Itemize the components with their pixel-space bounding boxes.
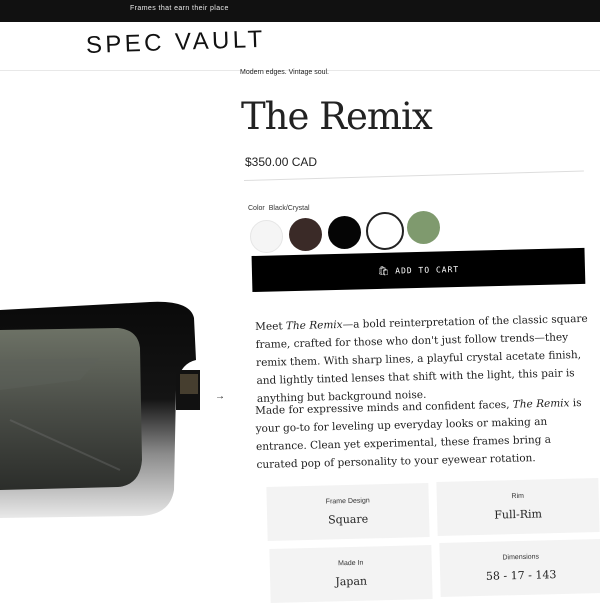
spec-label: Dimensions bbox=[502, 553, 540, 562]
color-selector-label: Color Black/Crystal bbox=[248, 205, 310, 212]
spec-value: Japan bbox=[335, 574, 368, 589]
site-header: SPEC VAULT bbox=[0, 22, 600, 71]
spec-value: Square bbox=[328, 512, 369, 527]
spec-value: Full-Rim bbox=[494, 507, 543, 522]
spec-frame-design: Frame Design Square bbox=[266, 483, 430, 541]
bag-icon: 🛍 bbox=[377, 265, 390, 276]
announcement-bar: Frames that earn their place bbox=[0, 0, 600, 22]
spec-rim: Rim Full-Rim bbox=[436, 478, 600, 536]
brand-logo[interactable]: SPEC VAULT bbox=[86, 26, 267, 60]
product-tagline: Modern edges. Vintage soul. bbox=[240, 69, 329, 76]
product-description-1: Meet The Remix—a bold reinterpretation o… bbox=[255, 312, 588, 405]
spec-made-in: Made In Japan bbox=[269, 545, 433, 603]
product-price: $350.00 CAD bbox=[245, 155, 318, 169]
swatch-black-crystal-selected[interactable] bbox=[366, 212, 404, 250]
swatch-white[interactable] bbox=[250, 220, 283, 253]
add-to-cart-label: ADD TO CART bbox=[395, 264, 460, 275]
color-label: Color bbox=[248, 205, 265, 212]
spec-dimensions: Dimensions 58 - 17 - 143 bbox=[439, 539, 600, 597]
product-description-2: Made for expressive minds and confident … bbox=[255, 397, 582, 471]
product-title: The Remix bbox=[241, 95, 433, 138]
spec-label: Rim bbox=[511, 492, 525, 501]
divider bbox=[243, 170, 584, 181]
swatch-dark-brown[interactable] bbox=[289, 218, 322, 251]
swatch-black[interactable] bbox=[328, 216, 361, 249]
spec-label: Frame Design bbox=[325, 497, 370, 506]
product-image-glasses bbox=[0, 300, 210, 530]
add-to-cart-button[interactable]: 🛍 ADD TO CART bbox=[251, 247, 586, 292]
next-image-arrow-icon[interactable]: → bbox=[215, 391, 225, 402]
color-value: Black/Crystal bbox=[268, 205, 310, 212]
spec-value: 58 - 17 - 143 bbox=[485, 568, 557, 583]
spec-label: Made In bbox=[338, 559, 364, 568]
announcement-text: Frames that earn their place bbox=[130, 5, 229, 12]
swatch-green[interactable] bbox=[407, 211, 440, 244]
